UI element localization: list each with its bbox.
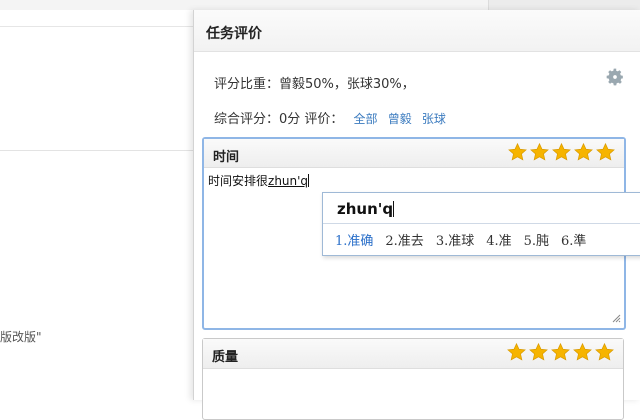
filter-zengyi-link[interactable]: 曾毅 [388,112,412,126]
background-divider [0,150,200,151]
time-section-header: 时间 [204,139,624,168]
ime-candidate-6[interactable]: 6.準 [561,230,586,249]
panel-title: 任务评价 [206,26,262,42]
quality-rating [506,342,615,363]
composing-text: zhun'q [268,174,309,188]
star-icon[interactable] [550,342,571,363]
text-caret [308,174,310,187]
weight-line: 评分比重：曾毅50%，张球30%， [214,77,415,92]
score-label: 综合评分：0分 评价： [214,112,344,127]
ime-candidate-4[interactable]: 4.准 [486,230,511,249]
time-section-title: 时间 [213,150,240,165]
star-icon[interactable] [506,342,527,363]
ime-input-row: zhun'q [323,193,640,224]
time-rating [507,142,616,163]
star-icon[interactable] [572,342,593,363]
quality-section-header: 质量 [203,339,623,369]
star-icon[interactable] [507,142,528,163]
time-comment-text: 时间安排很zhun'q [208,172,310,189]
resize-grip-icon[interactable] [611,313,621,323]
quality-section: 质量 [202,338,624,420]
ime-candidate-3[interactable]: 3.准球 [436,230,474,249]
background-top-right-area [488,0,640,10]
ime-candidate-2[interactable]: 2.准去 [385,230,423,249]
star-icon[interactable] [551,142,572,163]
ime-candidate-window: zhun'q 1.准确 2.准去 3.准球 4.准 5.肫 6.準 [322,192,640,256]
ime-candidate-5[interactable]: 5.肫 [524,230,549,249]
filter-all-link[interactable]: 全部 [354,112,378,126]
ime-candidate-list: 1.准确 2.准去 3.准球 4.准 5.肫 6.準 [335,230,586,249]
ime-input-text: zhun'q [337,200,395,218]
background-partial-text: 版改版" [0,330,42,344]
committed-text: 时间安排很 [208,174,269,188]
score-line: 综合评分：0分 评价： 全部 曾毅 张球 [214,108,446,127]
star-icon[interactable] [528,342,549,363]
quality-section-title: 质量 [212,350,239,365]
star-icon[interactable] [573,142,594,163]
filter-zhangqiu-link[interactable]: 张球 [422,112,446,126]
ime-candidate-1[interactable]: 1.准确 [335,230,373,249]
star-icon[interactable] [594,342,615,363]
star-icon[interactable] [529,142,550,163]
panel-header: 任务评价 [194,10,640,52]
ime-caret [393,201,395,217]
quality-comment-textarea[interactable] [203,369,623,419]
gear-icon[interactable] [605,67,625,87]
background-header [0,10,200,27]
star-icon[interactable] [595,142,616,163]
